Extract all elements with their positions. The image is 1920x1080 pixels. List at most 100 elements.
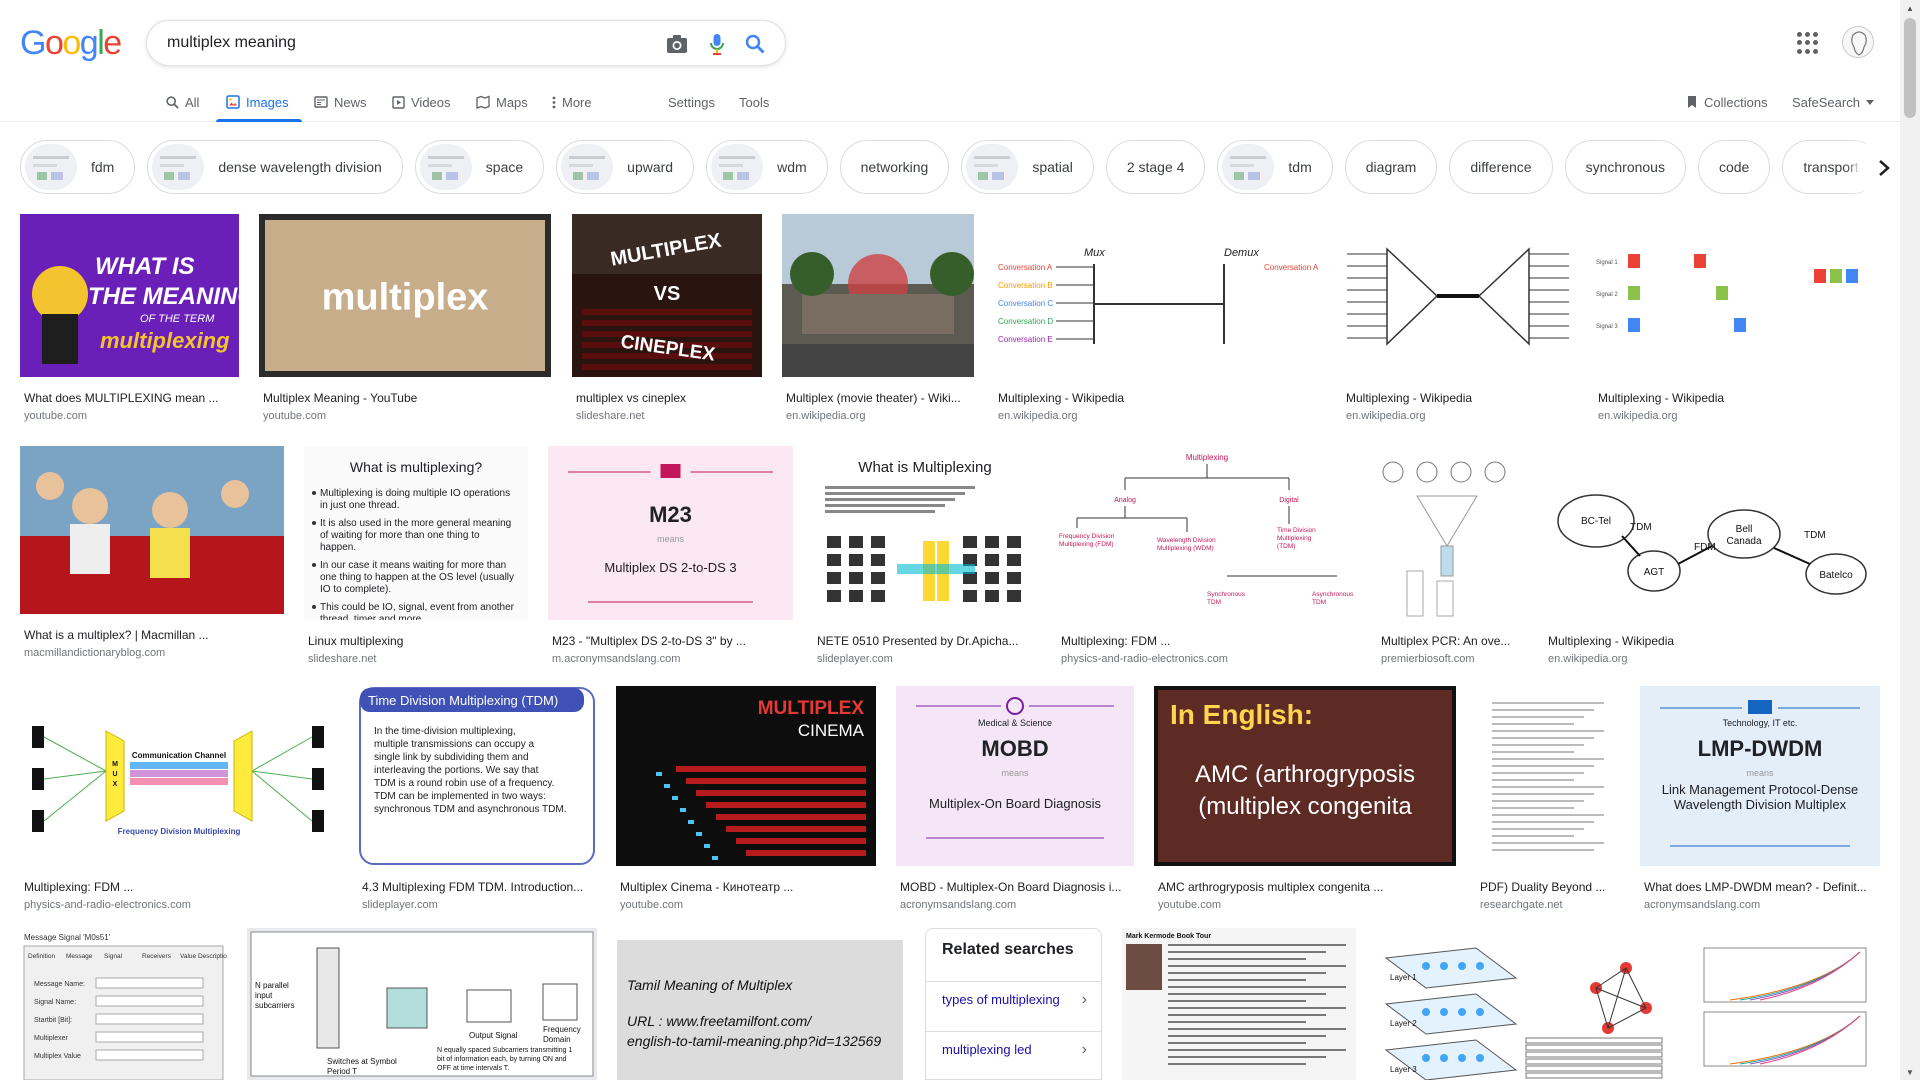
result-source[interactable]: youtube.com (263, 410, 551, 422)
result-thumbnail[interactable]: Mark Kermode Book Tour (1122, 928, 1356, 1080)
chip-synchronous[interactable]: synchronous (1564, 140, 1686, 194)
result-title[interactable]: 4.3 Multiplexing FDM TDM. Introduction..… (362, 880, 596, 894)
result-source[interactable]: acronymsandslang.com (900, 899, 1134, 911)
camera-icon[interactable] (665, 32, 689, 56)
result-thumbnail[interactable]: What is Multiplexing (813, 446, 1037, 620)
chip-networking[interactable]: networking (839, 140, 950, 194)
result-title[interactable]: Multiplex PCR: An ove... (1381, 634, 1524, 648)
tab-news[interactable]: News (314, 90, 367, 114)
result-thumbnail[interactable]: N parallel input subcarriers Output Signal F… (247, 928, 597, 1080)
result-title[interactable]: AMC arthrogryposis multiplex congenita .… (1158, 880, 1456, 894)
result-source[interactable]: physics-and-radio-electronics.com (24, 899, 338, 911)
result-source[interactable]: slideplayer.com (817, 653, 1037, 665)
chip-dense-wavelength-division[interactable]: dense wavelength division (147, 140, 403, 194)
result-title[interactable]: Multiplexing - Wikipedia (998, 391, 1322, 405)
result-source[interactable]: en.wikipedia.org (998, 410, 1322, 422)
result-thumbnail[interactable] (20, 446, 284, 614)
result-source[interactable]: m.acronymsandslang.com (552, 653, 793, 665)
collections-link[interactable]: Collections (1686, 90, 1768, 114)
result-source[interactable]: slideshare.net (308, 653, 528, 665)
result-source[interactable]: en.wikipedia.org (1548, 653, 1880, 665)
scroll-down-arrow[interactable]: ▼ (1900, 1064, 1920, 1080)
result-title[interactable]: What does MULTIPLEXING mean ... (24, 391, 239, 405)
scrollbar-thumb[interactable] (1904, 18, 1916, 118)
result-thumbnail[interactable]: Message Signal 'M0s51' Definition Message S… (20, 928, 227, 1080)
chip-fdm[interactable]: fdm (20, 140, 136, 194)
chip-diagram[interactable]: diagram (1344, 140, 1438, 194)
chip-code[interactable]: code (1697, 140, 1771, 194)
result-thumbnail[interactable]: multiplex (259, 214, 551, 377)
result-source[interactable]: en.wikipedia.org (786, 410, 974, 422)
result-source[interactable]: en.wikipedia.org (1346, 410, 1574, 422)
result-source[interactable]: macmillandictionaryblog.com (24, 647, 284, 659)
result-thumbnail[interactable]: Multiplexing Analog Digital Frequency Divis… (1057, 446, 1357, 620)
tab-settings[interactable]: Settings (668, 90, 715, 114)
search-box[interactable] (146, 20, 786, 66)
tab-all[interactable]: All (166, 90, 199, 114)
search-icon[interactable] (743, 32, 767, 56)
chip-difference[interactable]: difference (1449, 140, 1553, 194)
result-thumbnail[interactable]: BC-Tel Bell Canada AGT Batelco TDM FDM TDM (1544, 446, 1880, 620)
chip-spatial[interactable]: spatial (961, 140, 1094, 194)
tab-maps[interactable]: Maps (476, 90, 528, 114)
result-source[interactable]: slideplayer.com (362, 899, 596, 911)
result-title[interactable]: multiplex vs cineplex (576, 391, 762, 405)
result-title[interactable]: What does LMP-DWDM mean? - Definit... (1644, 880, 1880, 894)
result-title[interactable]: PDF) Duality Beyond ... (1480, 880, 1620, 894)
tab-tools[interactable]: Tools (739, 90, 769, 114)
result-thumbnail[interactable]: M U X Communication Channel Frequency Divisi… (20, 686, 338, 866)
result-title[interactable]: Multiplexing: FDM ... (1061, 634, 1357, 648)
result-thumbnail[interactable]: Time Division Multiplexing (TDM) In the t… (358, 686, 596, 866)
tab-images[interactable]: Images (226, 90, 289, 114)
search-input[interactable] (167, 31, 627, 55)
result-title[interactable]: Linux multiplexing (308, 634, 528, 648)
result-thumbnail[interactable]: Mux Demux Conversation A Conversation B Conv… (994, 214, 1322, 377)
result-title[interactable]: Multiplexing: FDM ... (24, 880, 338, 894)
chip-2-stage-4[interactable]: 2 stage 4 (1105, 140, 1206, 194)
result-thumbnail[interactable] (782, 214, 974, 377)
result-thumbnail[interactable]: Tamil Meaning of Multiplex URL : www.free… (617, 940, 903, 1080)
tab-videos[interactable]: Videos (392, 90, 451, 114)
result-source[interactable]: premierbiosoft.com (1381, 653, 1524, 665)
result-thumbnail[interactable]: MULTIPLEX CINEMA (616, 686, 876, 866)
google-logo[interactable]: Google (20, 24, 122, 63)
result-title[interactable]: Multiplex Meaning - YouTube (263, 391, 551, 405)
result-thumbnail[interactable]: WHAT IS THE MEANING OF THE TERM multiplexin… (20, 214, 239, 377)
result-source[interactable]: youtube.com (1158, 899, 1456, 911)
result-source[interactable]: acronymsandslang.com (1644, 899, 1880, 911)
result-title[interactable]: Multiplexing - Wikipedia (1548, 634, 1880, 648)
result-title[interactable]: Multiplexing - Wikipedia (1346, 391, 1574, 405)
chip-tdm[interactable]: tdm (1217, 140, 1333, 194)
result-thumbnail[interactable]: Medical & Science MOBD means Multiplex-On B… (896, 686, 1134, 866)
chip-upward[interactable]: upward (556, 140, 695, 194)
related-search-item[interactable]: multiplexing led › (926, 1031, 1101, 1068)
scroll-up-arrow[interactable]: ▲ (1900, 0, 1920, 16)
result-title[interactable]: Multiplex (movie theater) - Wiki... (786, 391, 974, 405)
tab-more[interactable]: More (552, 90, 592, 114)
result-title[interactable]: Multiplex Cinema - Кинотеатр ... (620, 880, 876, 894)
safesearch-menu[interactable]: SafeSearch (1792, 90, 1874, 114)
google-apps-icon[interactable] (1797, 32, 1819, 54)
result-thumbnail[interactable] (1377, 446, 1524, 620)
result-source[interactable]: physics-and-radio-electronics.com (1061, 653, 1357, 665)
result-thumbnail[interactable] (1476, 686, 1620, 866)
result-title[interactable]: Multiplexing - Wikipedia (1598, 391, 1880, 405)
result-thumbnail[interactable] (1342, 214, 1574, 377)
result-title[interactable]: M23 - "Multiplex DS 2-to-DS 3" by ... (552, 634, 793, 648)
result-source[interactable]: youtube.com (24, 410, 239, 422)
result-thumbnail[interactable]: Technology, IT etc. LMP-DWDM means Link Man… (1640, 686, 1880, 866)
result-source[interactable]: youtube.com (620, 899, 876, 911)
result-thumbnail[interactable]: MULTIPLEX VS CINEPLEX (572, 214, 762, 377)
result-thumbnail[interactable] (1690, 928, 1880, 1080)
avatar[interactable] (1842, 26, 1874, 58)
result-title[interactable]: What is a multiplex? | Macmillan ... (24, 628, 284, 642)
chip-space[interactable]: space (414, 140, 545, 194)
chips-next-button[interactable] (1864, 144, 1904, 192)
result-thumbnail[interactable]: Layer 1 Layer 2 Layer 3 (1376, 928, 1670, 1080)
scrollbar[interactable]: ▲ ▼ (1900, 0, 1920, 1080)
result-source[interactable]: en.wikipedia.org (1598, 410, 1880, 422)
result-thumbnail[interactable]: Signal 1 Signal 2 Signal 3 (1594, 214, 1880, 377)
result-thumbnail[interactable]: In English: AMC (arthrogryposis (multiplex… (1154, 686, 1456, 866)
result-title[interactable]: NETE 0510 Presented by Dr.Apicha... (817, 634, 1037, 648)
result-source[interactable]: researchgate.net (1480, 899, 1620, 911)
